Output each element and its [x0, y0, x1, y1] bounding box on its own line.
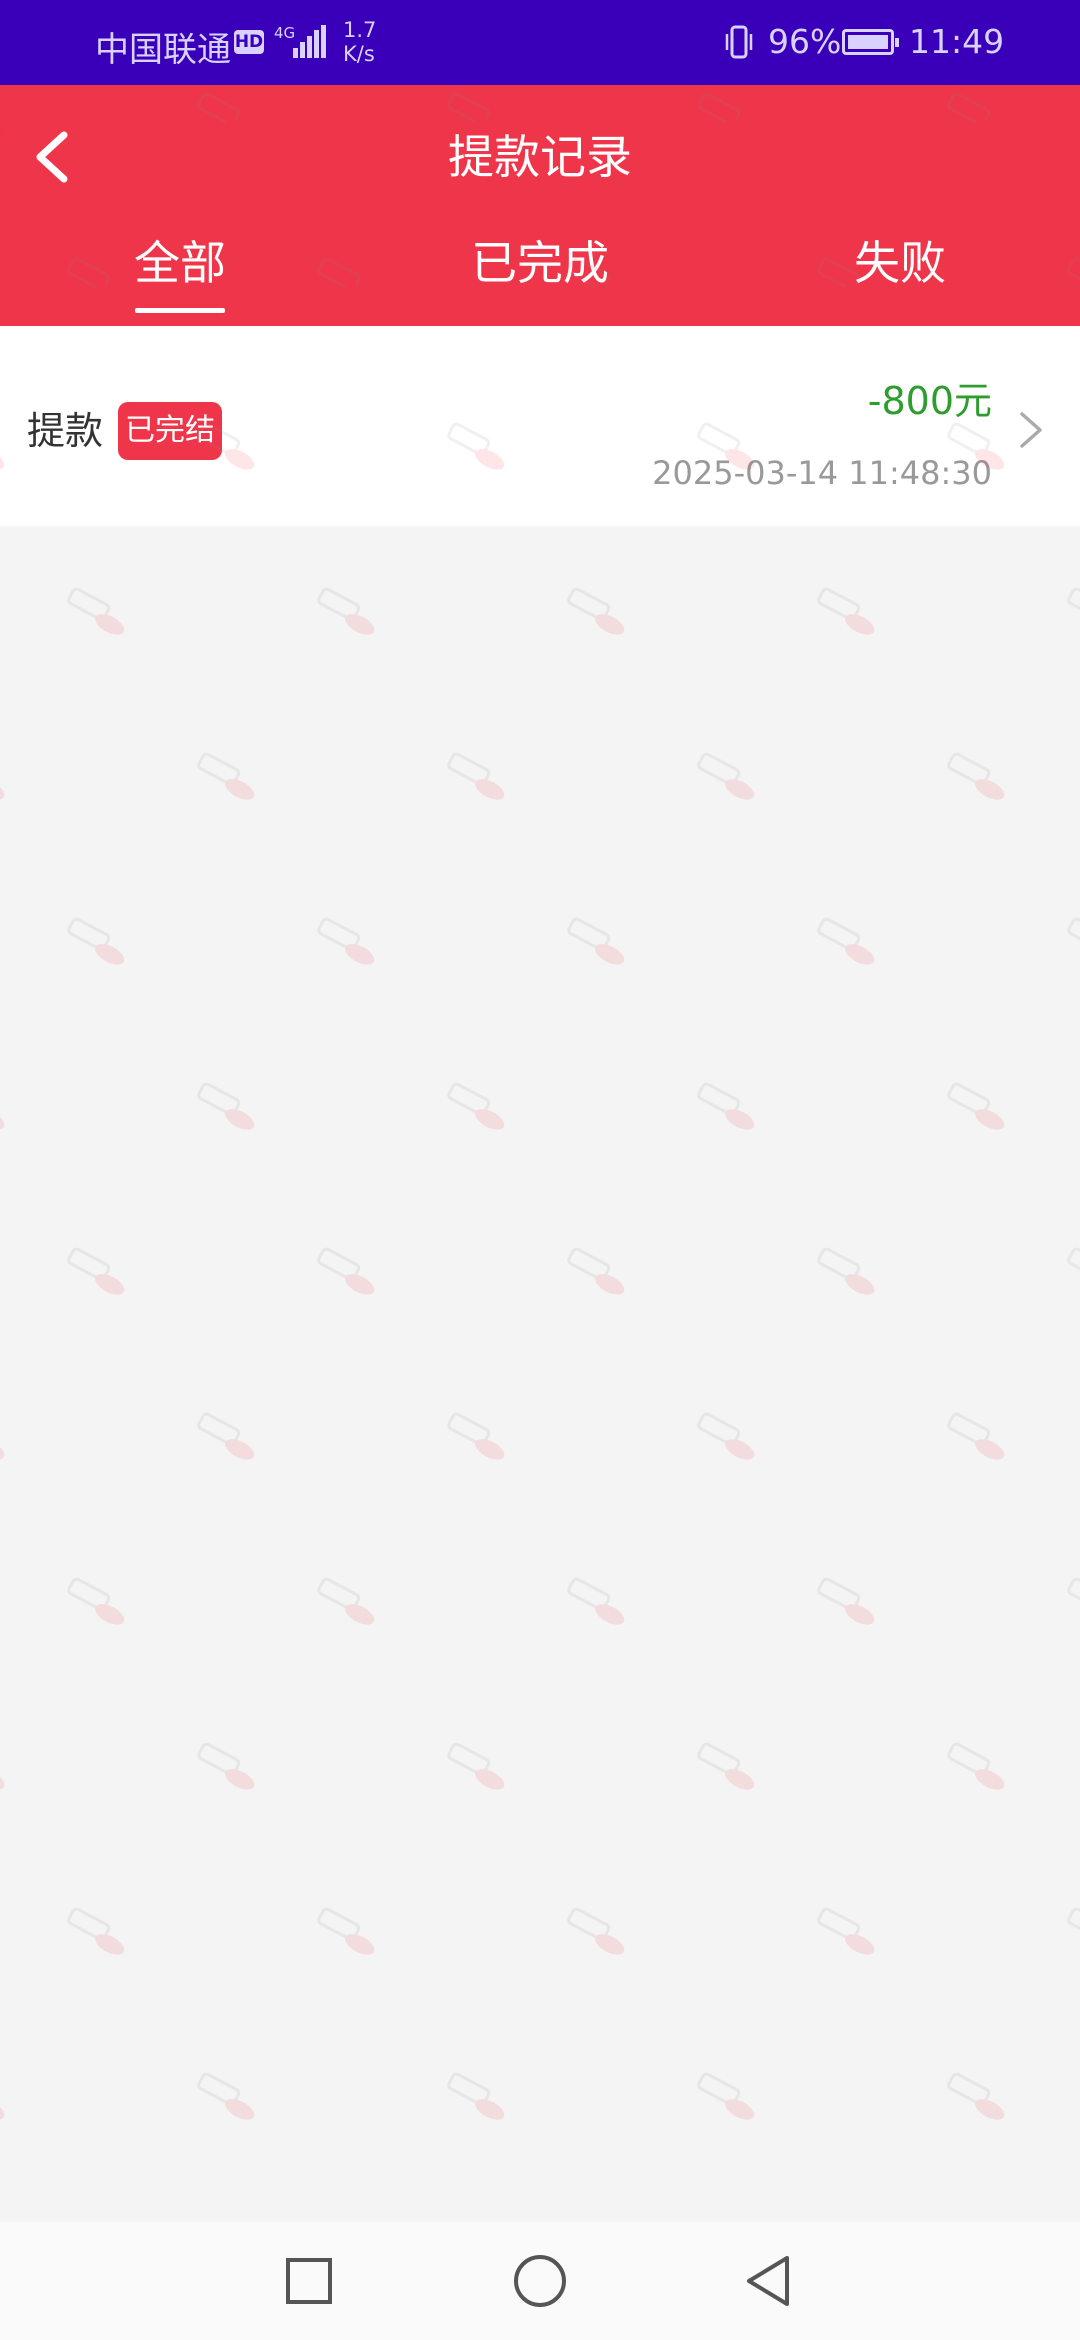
battery-percent: 96% — [768, 22, 842, 61]
record-type: 提款 — [27, 409, 104, 453]
speed-unit: K/s — [343, 42, 375, 66]
watermark-stamp — [317, 1907, 375, 1955]
watermark-stamp — [567, 1247, 625, 1295]
watermark-stamp — [1067, 1577, 1080, 1611]
watermark-stamp — [447, 1742, 505, 1790]
watermark-stamp — [0, 779, 5, 800]
tab-active-indicator — [135, 308, 225, 313]
watermark-stamp — [567, 1907, 625, 1955]
watermark-stamp — [197, 752, 255, 800]
watermark-stamp — [67, 587, 125, 635]
watermark-stamp — [317, 1247, 375, 1295]
watermark-stamp — [817, 917, 875, 965]
watermark-stamp — [1067, 587, 1080, 621]
watermark-stamp — [197, 1742, 255, 1790]
record-amount: -800元 — [867, 379, 992, 423]
network-speed: 1.7 K/s — [343, 18, 376, 66]
watermark-stamp — [947, 752, 1005, 800]
carrier-name: 中国联通 — [95, 30, 231, 70]
watermark-stamp — [567, 1577, 625, 1625]
hd-badge: HD — [234, 30, 264, 54]
page-title: 提款记录 — [448, 130, 632, 184]
watermark-stamp — [0, 2099, 5, 2120]
watermark-stamp — [67, 1247, 125, 1295]
watermark-stamp — [567, 587, 625, 635]
watermark-stamp — [947, 1082, 1005, 1130]
network-type: 4G — [274, 24, 296, 42]
watermark-stamp — [1067, 1907, 1080, 1941]
watermark-stamp — [947, 1412, 1005, 1460]
watermark-stamp — [817, 1247, 875, 1295]
status-time: 11:49 — [909, 22, 1005, 61]
status-bar: 中国联通 HD 4G 1.7 K/s 96% 11:49 — [0, 0, 1080, 85]
square-icon — [286, 2258, 332, 2304]
list-item[interactable]: 提款 已完结 -800元 2025-03-14 11:48:30 — [0, 326, 1080, 526]
system-back-button[interactable] — [735, 2248, 801, 2314]
watermark-stamp — [447, 752, 505, 800]
watermark-stamp — [447, 2072, 505, 2120]
watermark-stamp — [817, 587, 875, 635]
tab-failed[interactable]: 失败 — [800, 233, 1000, 293]
tab-all[interactable]: 全部 — [80, 233, 280, 313]
watermark-stamp — [697, 1082, 755, 1130]
vibrate-icon — [725, 25, 753, 59]
battery-icon — [842, 29, 899, 55]
watermark-stamp — [447, 1412, 505, 1460]
watermark-stamp — [0, 1769, 5, 1790]
watermark-stamp — [697, 1412, 755, 1460]
watermark-stamp — [67, 1907, 125, 1955]
watermark-stamp — [317, 1577, 375, 1625]
watermark-stamp — [1067, 917, 1080, 951]
watermark-stamp — [947, 1742, 1005, 1790]
home-button[interactable] — [507, 2248, 573, 2314]
watermark-stamp — [817, 1907, 875, 1955]
navigation-bar — [0, 2222, 1080, 2340]
watermark-stamp — [697, 752, 755, 800]
record-time: 2025-03-14 11:48:30 — [652, 454, 992, 492]
watermark-stamp — [67, 917, 125, 965]
signal-icon — [293, 25, 327, 58]
watermark-stamp — [697, 2072, 755, 2120]
tab-label: 全部 — [134, 236, 226, 290]
status-badge: 已完结 — [118, 402, 222, 460]
watermark-stamp — [447, 1082, 505, 1130]
watermark-stamp — [1067, 1247, 1080, 1281]
tab-completed[interactable]: 已完成 — [440, 233, 640, 293]
watermark-stamp — [567, 917, 625, 965]
watermark-stamp — [0, 1109, 5, 1130]
watermark-stamp — [0, 1439, 5, 1460]
circle-icon — [514, 2255, 566, 2307]
watermark-stamp — [197, 2072, 255, 2120]
recents-button[interactable] — [276, 2248, 342, 2314]
header: 提款记录 全部 已完成 失败 — [0, 85, 1080, 326]
speed-value: 1.7 — [343, 18, 377, 42]
tab-label: 已完成 — [471, 236, 609, 290]
watermark-stamp — [67, 1577, 125, 1625]
watermark-stamp — [197, 1082, 255, 1130]
watermark-stamp — [817, 1577, 875, 1625]
watermark-stamp — [197, 1412, 255, 1460]
chevron-right-icon — [1020, 412, 1042, 448]
watermark-stamp — [317, 917, 375, 965]
watermark-stamp — [697, 1742, 755, 1790]
tab-label: 失败 — [854, 236, 946, 290]
watermark-stamp — [947, 2072, 1005, 2120]
triangle-back-icon — [747, 2256, 789, 2306]
watermark-stamp — [317, 587, 375, 635]
